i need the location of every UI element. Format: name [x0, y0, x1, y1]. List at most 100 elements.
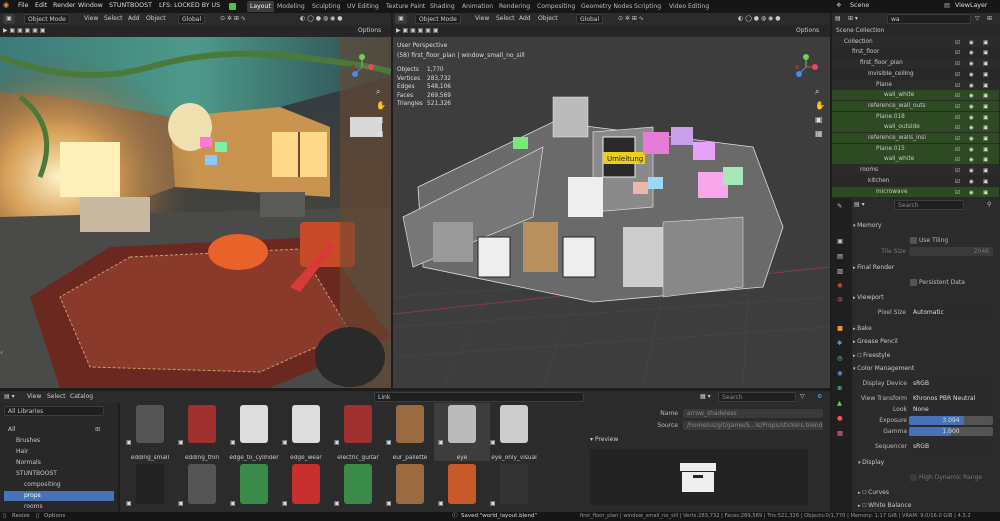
- exclude-checkbox-icon[interactable]: ☑: [955, 155, 960, 165]
- mode-dropdown-2[interactable]: Object Mode: [415, 14, 461, 24]
- properties-search-input[interactable]: Search: [894, 200, 964, 210]
- grid-icon[interactable]: ▦: [376, 129, 384, 138]
- asset-tile[interactable]: ▣ eur_pallette: [382, 403, 438, 461]
- editor-type-icon[interactable]: ▣: [3, 14, 15, 24]
- select-tool-icon[interactable]: ▶ ▣ ▣ ▣ ▣ ▣: [3, 26, 46, 36]
- render-camera-icon[interactable]: ▣: [983, 155, 988, 165]
- menu-stuntboost[interactable]: STUNTBOOST: [109, 2, 152, 9]
- exclude-checkbox-icon[interactable]: ☑: [955, 177, 960, 187]
- hdr-checkbox[interactable]: [910, 474, 917, 481]
- catalog-item[interactable]: Normals: [4, 458, 114, 468]
- display-subpanel[interactable]: ▾ Display: [858, 456, 1000, 469]
- asset-tile[interactable]: ▣flight_case: [122, 460, 178, 520]
- exclude-checkbox-icon[interactable]: ☑: [955, 59, 960, 69]
- data-tab-icon[interactable]: ▲: [837, 399, 842, 407]
- exclude-checkbox-icon[interactable]: ☑: [955, 70, 960, 80]
- outliner-row[interactable]: invisible_ceiling ☑ ◉ ▣: [832, 68, 999, 80]
- tool-tab-icon[interactable]: ✎: [837, 202, 842, 210]
- outliner-row[interactable]: Collection ☑ ◉ ▣: [832, 36, 999, 48]
- asset-tile[interactable]: ▣gutter_case: [486, 460, 542, 520]
- gamma-slider[interactable]: 1.000: [909, 427, 993, 436]
- render-camera-icon[interactable]: ▣: [983, 166, 988, 176]
- import-method-dropdown[interactable]: Link: [374, 392, 584, 402]
- exclude-checkbox-icon[interactable]: ☑: [955, 188, 960, 198]
- visibility-eye-icon[interactable]: ◉: [969, 155, 974, 165]
- render-camera-icon[interactable]: ▣: [983, 188, 988, 198]
- asset-tile[interactable]: ▣guitar_amp: [434, 460, 490, 520]
- render-camera-icon[interactable]: ▣: [983, 59, 988, 69]
- scene-selector[interactable]: Scene: [850, 2, 869, 9]
- select-tool-icon-2[interactable]: ▶ ▣ ▣ ▣ ▣ ▣: [396, 26, 439, 36]
- visibility-eye-icon[interactable]: ◉: [969, 145, 974, 155]
- menu-view-2[interactable]: View: [475, 14, 489, 24]
- display-mode-icon[interactable]: ⊞ ▾: [848, 14, 858, 24]
- view-transform-dropdown[interactable]: Khronos PBR Neutral: [909, 394, 993, 403]
- outliner-row[interactable]: first_floor ☑ ◉ ▣: [832, 47, 999, 58]
- visibility-eye-icon[interactable]: ◉: [969, 38, 974, 48]
- visibility-eye-icon[interactable]: ◉: [969, 123, 974, 133]
- render-camera-icon[interactable]: ▣: [983, 38, 988, 48]
- menu-object[interactable]: Object: [146, 14, 166, 24]
- outliner-row[interactable]: wall_outside ☑ ◉ ▣: [832, 122, 999, 133]
- tab-scripting[interactable]: Scripting: [631, 1, 664, 12]
- pivot-icon[interactable]: ⊙ ✲ ⊞ ∿: [220, 14, 246, 24]
- library-dropdown[interactable]: All Libraries: [4, 406, 104, 416]
- render-tab-icon[interactable]: ▣: [837, 237, 843, 245]
- settings-gear-icon[interactable]: ⚙: [817, 392, 822, 402]
- tab-video-editing[interactable]: Video Editing: [666, 1, 712, 12]
- look-dropdown[interactable]: None: [909, 405, 993, 414]
- menu-lfs[interactable]: LFS: LOCKED BY US: [159, 2, 220, 9]
- visibility-eye-icon[interactable]: ◉: [969, 48, 974, 58]
- catalog-item[interactable]: compositing: [4, 480, 114, 490]
- options-dropdown-2[interactable]: Options: [796, 26, 819, 36]
- orientation-dropdown[interactable]: Global: [178, 14, 206, 24]
- exclude-checkbox-icon[interactable]: ☑: [955, 166, 960, 176]
- asset-tile[interactable]: ▣ eye: [434, 403, 490, 461]
- catalog-item[interactable]: STUNTBOOST: [4, 469, 114, 479]
- display-device-dropdown[interactable]: sRGB: [909, 379, 993, 388]
- options-dropdown[interactable]: Options: [358, 26, 381, 36]
- viewlayer-selector[interactable]: ViewLayer: [955, 2, 988, 9]
- exclude-checkbox-icon[interactable]: ☑: [955, 102, 960, 112]
- color-management-panel[interactable]: ▾ Color Management: [853, 362, 999, 375]
- bake-panel[interactable]: ▸ Bake: [853, 322, 999, 335]
- tab-uv-editing[interactable]: UV Editing: [344, 1, 382, 12]
- outliner-row[interactable]: reference_wall_outs ☑ ◉ ▣: [832, 100, 999, 112]
- exclude-checkbox-icon[interactable]: ☑: [955, 91, 960, 101]
- catalog-item[interactable]: props: [4, 491, 114, 501]
- asset-editor-icon[interactable]: ▤ ▾: [4, 392, 15, 402]
- outliner-row[interactable]: Plane.015 ☑ ◉ ▣: [832, 143, 999, 155]
- asset-tile[interactable]: ▣ electric_guitar: [330, 403, 386, 461]
- render-camera-icon[interactable]: ▣: [983, 177, 988, 187]
- object-tab-icon[interactable]: ■: [837, 324, 843, 332]
- viewlayer-icon[interactable]: ▤: [944, 2, 950, 9]
- visibility-eye-icon[interactable]: ◉: [969, 102, 974, 112]
- tile-size-field[interactable]: 2048: [909, 247, 993, 256]
- snap-icons[interactable]: ⊙ ✲ ⊞ ∿: [618, 14, 644, 24]
- asset-search-input[interactable]: Search: [718, 392, 796, 402]
- visibility-eye-icon[interactable]: ◉: [969, 91, 974, 101]
- asset-tile[interactable]: ▣glue_pen: [278, 460, 334, 520]
- navigation-gizmo-2[interactable]: [793, 54, 819, 80]
- material-tab-icon[interactable]: ●: [837, 414, 843, 422]
- filter-icon-assets[interactable]: ▽: [800, 392, 805, 402]
- visibility-eye-icon[interactable]: ◉: [969, 166, 974, 176]
- catalog-item[interactable]: Hair: [4, 447, 114, 457]
- asset-tile[interactable]: ▣ edge_wear: [278, 403, 334, 461]
- asset-tile[interactable]: ▣folder: [174, 460, 230, 520]
- exposure-slider[interactable]: 3.094: [909, 416, 993, 425]
- grid-icon-2[interactable]: ▦: [815, 129, 823, 138]
- pan-hand-icon[interactable]: ✋: [376, 101, 386, 110]
- editor-type-icon-2[interactable]: ▣: [395, 14, 407, 24]
- menu-add[interactable]: Add: [128, 14, 140, 24]
- catalog-item[interactable]: rooms: [4, 502, 114, 512]
- modifier-tab-icon[interactable]: ✱: [837, 339, 842, 347]
- use-tiling-checkbox[interactable]: [910, 237, 917, 244]
- outliner-row[interactable]: wall_white ☑ ◉ ▣: [832, 90, 999, 101]
- outliner-editor-icon[interactable]: ▤: [835, 14, 841, 24]
- blender-logo-icon[interactable]: ◉: [3, 1, 9, 9]
- tab-compositing[interactable]: Compositing: [534, 1, 578, 12]
- zoom-icon-2[interactable]: ⌕: [815, 87, 819, 97]
- outliner-row[interactable]: kitchen ☑ ◉ ▣: [832, 175, 999, 187]
- outliner-search-input[interactable]: wa: [887, 14, 971, 24]
